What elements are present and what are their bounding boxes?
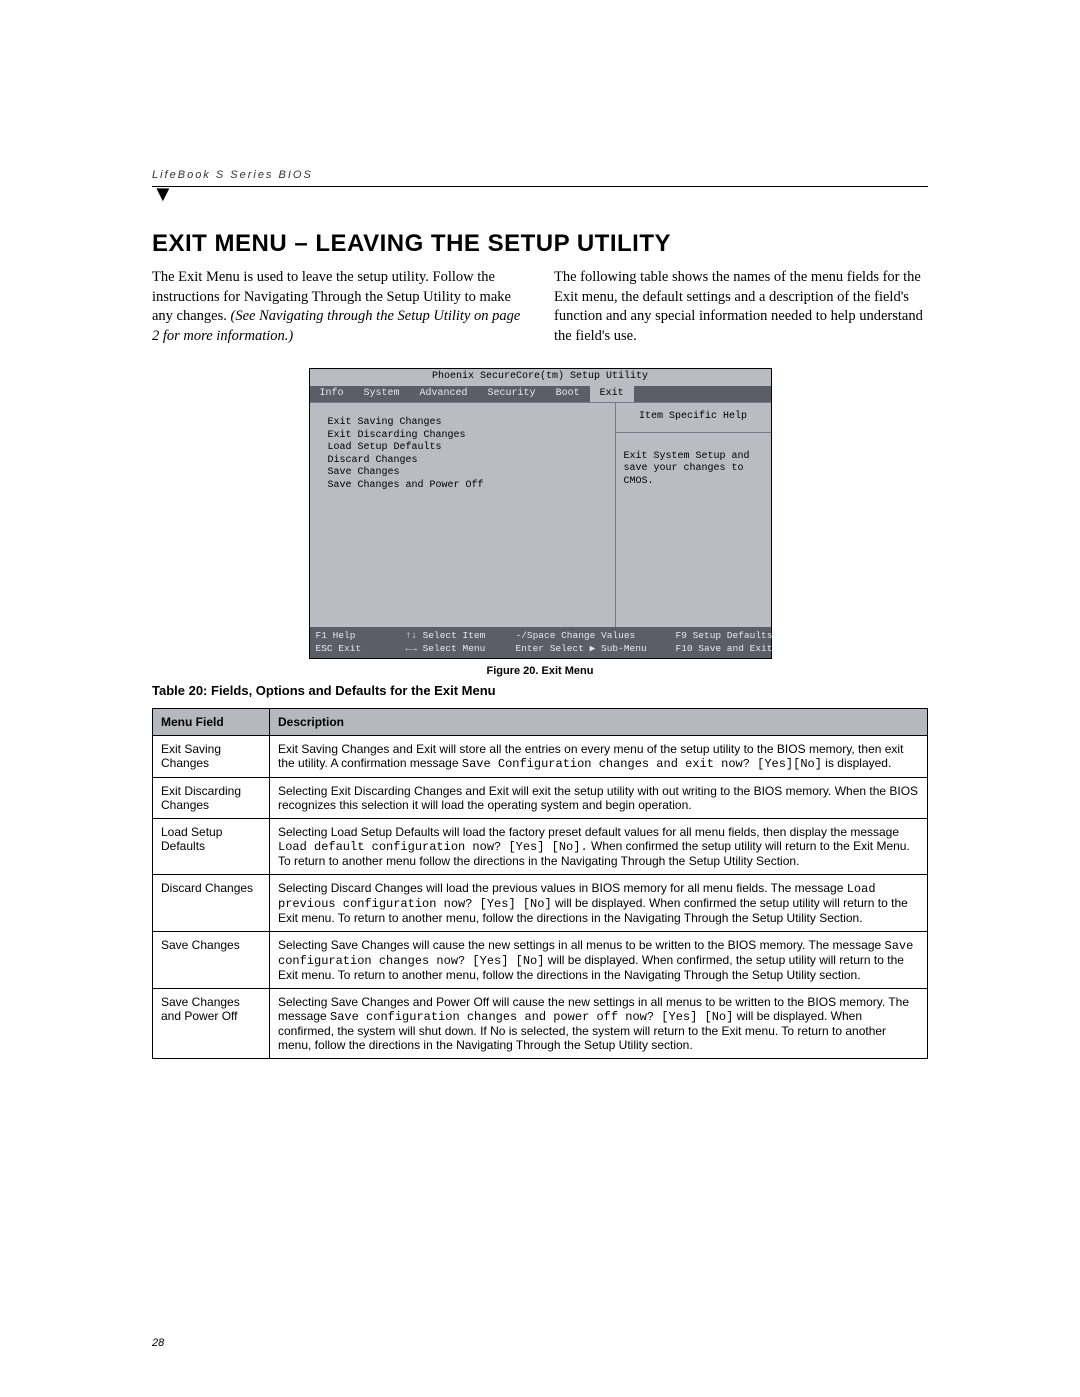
bios-tab-security: Security — [478, 386, 546, 403]
table-cell-description: Exit Saving Changes and Exit will store … — [270, 736, 928, 778]
bios-footer-keys: F1 Help↑↓ Select Item-/Space Change Valu… — [310, 627, 771, 658]
bios-menu-item: Load Setup Defaults — [328, 442, 597, 455]
bios-tab-advanced: Advanced — [410, 386, 478, 403]
bios-utility-title: Phoenix SecureCore(tm) Setup Utility — [310, 369, 771, 386]
table-cell-field: Discard Changes — [153, 875, 270, 932]
bios-screenshot: Phoenix SecureCore(tm) Setup Utility Inf… — [309, 368, 772, 659]
bios-footer-cell: Enter Select ▶ Sub-Menu — [516, 643, 676, 655]
table-row: Discard ChangesSelecting Discard Changes… — [153, 875, 928, 932]
table-cell-field: Load Setup Defaults — [153, 819, 270, 875]
header-arrow-icon: ▼ — [152, 188, 928, 200]
bios-tab-exit: Exit — [590, 386, 634, 403]
fields-table: Menu Field Description Exit Saving Chang… — [152, 708, 928, 1059]
intro-column-left: The Exit Menu is used to leave the setup… — [152, 268, 526, 346]
bios-tab-info: Info — [310, 386, 354, 403]
figure-caption: Figure 20. Exit Menu — [152, 665, 928, 677]
bios-menu-item: Discard Changes — [328, 455, 597, 468]
table-cell-description: Selecting Load Setup Defaults will load … — [270, 819, 928, 875]
table-cell-field: Save Changes and Power Off — [153, 989, 270, 1059]
bios-tab-system: System — [354, 386, 410, 403]
bios-menu-item: Save Changes — [328, 467, 597, 480]
running-header: LifeBook S Series BIOS — [152, 169, 313, 181]
bios-help-title: Item Specific Help — [616, 403, 771, 433]
table-cell-field: Save Changes — [153, 932, 270, 989]
table-cell-description: Selecting Save Changes will cause the ne… — [270, 932, 928, 989]
table-cell-field: Exit Discarding Changes — [153, 778, 270, 819]
bios-footer-cell: ESC Exit — [316, 643, 406, 655]
bios-footer-cell: F9 Setup Defaults — [676, 630, 786, 642]
table-row: Save Changes and Power OffSelecting Save… — [153, 989, 928, 1059]
table-row: Load Setup DefaultsSelecting Load Setup … — [153, 819, 928, 875]
bios-footer-cell: ↑↓ Select Item — [406, 630, 516, 642]
table-caption: Table 20: Fields, Options and Defaults f… — [152, 683, 928, 698]
bios-footer-cell: ←→ Select Menu — [406, 643, 516, 655]
table-cell-description: Selecting Save Changes and Power Off wil… — [270, 989, 928, 1059]
table-row: Exit Discarding ChangesSelecting Exit Di… — [153, 778, 928, 819]
bios-help-body: Exit System Setup and save your changes … — [616, 433, 771, 507]
bios-tab-boot: Boot — [546, 386, 590, 403]
page-number: 28 — [152, 1337, 164, 1349]
intro-column-right: The following table shows the names of t… — [554, 268, 928, 346]
bios-menu-item: Save Changes and Power Off — [328, 480, 597, 493]
table-row: Exit Saving ChangesExit Saving Changes a… — [153, 736, 928, 778]
table-header-menu-field: Menu Field — [153, 709, 270, 736]
table-row: Save ChangesSelecting Save Changes will … — [153, 932, 928, 989]
table-cell-field: Exit Saving Changes — [153, 736, 270, 778]
table-header-description: Description — [270, 709, 928, 736]
table-cell-description: Selecting Discard Changes will load the … — [270, 875, 928, 932]
bios-menu-item: Exit Discarding Changes — [328, 430, 597, 443]
bios-footer-cell: F1 Help — [316, 630, 406, 642]
bios-footer-cell: F10 Save and Exit — [676, 643, 786, 655]
page-title: EXIT MENU – LEAVING THE SETUP UTILITY — [152, 230, 928, 258]
bios-menu-item: Exit Saving Changes — [328, 417, 597, 430]
bios-menu-items: Exit Saving ChangesExit Discarding Chang… — [310, 402, 615, 627]
table-cell-description: Selecting Exit Discarding Changes and Ex… — [270, 778, 928, 819]
bios-footer-cell: -/Space Change Values — [516, 630, 676, 642]
